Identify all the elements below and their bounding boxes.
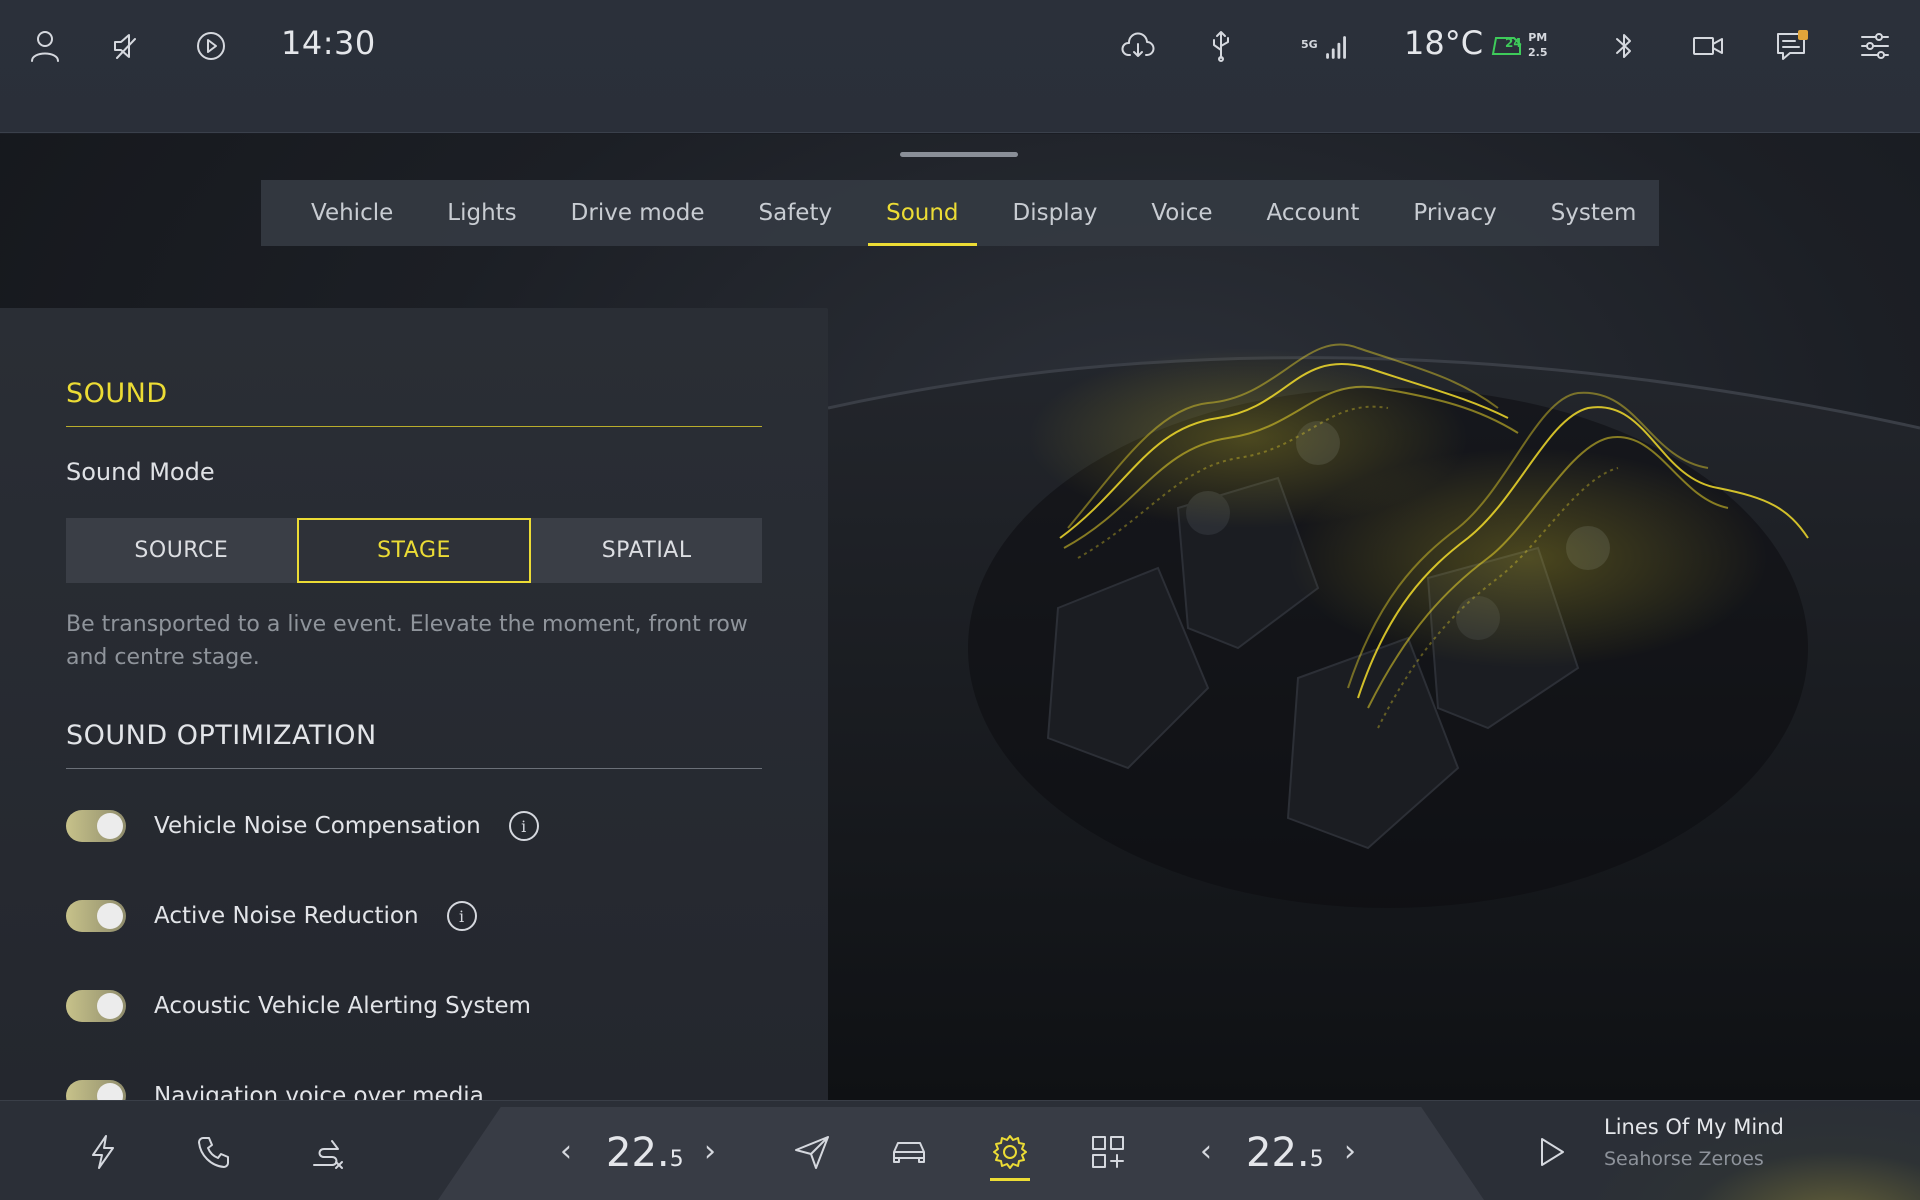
toggle-knob [97, 993, 123, 1019]
settings-gear-icon[interactable] [988, 1128, 1032, 1176]
car-icon[interactable] [886, 1128, 932, 1176]
settings-sliders-icon[interactable] [1854, 22, 1896, 70]
vehicle-noise-compensation-toggle[interactable] [66, 810, 126, 842]
tab-privacy[interactable]: Privacy [1413, 180, 1496, 246]
tab-vehicle[interactable]: Vehicle [311, 180, 393, 246]
left-temp-decrease-button[interactable]: ‹ [560, 1134, 572, 1169]
aqi-value: 24 [1505, 36, 1522, 50]
active-dock-indicator [990, 1178, 1030, 1181]
right-temp-decrease-button[interactable]: ‹ [1200, 1134, 1212, 1169]
right-temperature-decimal: 5 [1309, 1147, 1324, 1172]
sound-mode-source-button[interactable]: SOURCE [66, 518, 297, 583]
right-temp-increase-button[interactable]: › [1344, 1134, 1356, 1169]
play-circle-icon[interactable] [190, 22, 232, 70]
phone-icon[interactable] [192, 1128, 236, 1176]
tab-drive-mode[interactable]: Drive mode [571, 180, 705, 246]
send-navigation-icon[interactable] [790, 1128, 834, 1176]
cloud-download-icon[interactable] [1116, 22, 1160, 70]
pm-value: 2.5 [1528, 46, 1548, 59]
left-temperature-main: 22. [606, 1130, 670, 1176]
navigation-route-icon[interactable] [306, 1128, 350, 1176]
sound-stage-illustration [827, 308, 1920, 1100]
tab-lights[interactable]: Lights [447, 180, 516, 246]
tab-account[interactable]: Account [1267, 180, 1360, 246]
sound-mode-label: Sound Mode [66, 458, 215, 486]
outside-temperature: 18°C [1404, 24, 1484, 62]
sound-section-divider [66, 426, 762, 427]
info-icon[interactable]: i [508, 811, 539, 841]
settings-tabs: Vehicle Lights Drive mode Safety Sound D… [261, 180, 1659, 246]
toggle-knob [97, 903, 123, 929]
network-type: 5G [1301, 38, 1318, 51]
vehicle-noise-compensation-label: Vehicle Noise Compensation [154, 813, 481, 839]
mute-icon[interactable] [106, 22, 148, 70]
clock: 14:30 [281, 24, 376, 62]
sound-section-title: SOUND [66, 378, 168, 409]
camera-icon[interactable] [1686, 22, 1730, 70]
active-noise-reduction-row: Active Noise Reduction i [66, 896, 477, 936]
apps-add-icon[interactable] [1086, 1128, 1130, 1176]
bluetooth-icon[interactable] [1604, 22, 1644, 70]
tab-system[interactable]: System [1551, 180, 1637, 246]
right-temperature[interactable]: 22.5 [1246, 1130, 1324, 1176]
sound-mode-selector: SOURCE STAGE SPATIAL [66, 518, 762, 583]
acoustic-vehicle-alerting-label: Acoustic Vehicle Alerting System [154, 993, 531, 1019]
sound-mode-spatial-button[interactable]: SPATIAL [531, 518, 762, 583]
messages-icon[interactable] [1770, 22, 1812, 70]
tab-safety[interactable]: Safety [759, 180, 833, 246]
pull-handle[interactable] [900, 152, 1018, 157]
acoustic-vehicle-alerting-row: Acoustic Vehicle Alerting System [66, 986, 531, 1026]
active-noise-reduction-toggle[interactable] [66, 900, 126, 932]
active-noise-reduction-label: Active Noise Reduction [154, 903, 419, 929]
sound-optimization-title: SOUND OPTIMIZATION [66, 720, 377, 751]
usb-icon [1200, 22, 1242, 70]
tab-sound[interactable]: Sound [867, 180, 978, 246]
media-title[interactable]: Lines Of My Mind [1604, 1115, 1784, 1139]
right-temperature-main: 22. [1246, 1130, 1310, 1176]
left-temperature-decimal: 5 [669, 1147, 684, 1172]
toggle-knob [97, 813, 123, 839]
play-icon[interactable] [1530, 1128, 1572, 1176]
left-temperature[interactable]: 22.5 [606, 1130, 684, 1176]
tab-voice[interactable]: Voice [1151, 180, 1212, 246]
pm-label: PM [1528, 31, 1548, 44]
dock-center-panel [438, 1107, 1484, 1200]
notification-badge [1798, 30, 1808, 40]
sound-mode-stage-button[interactable]: STAGE [296, 518, 532, 583]
media-artist: Seahorse Zeroes [1604, 1148, 1764, 1170]
left-temp-increase-button[interactable]: › [704, 1134, 716, 1169]
tab-display[interactable]: Display [1013, 180, 1098, 246]
charging-icon[interactable] [82, 1128, 124, 1176]
acoustic-vehicle-alerting-toggle[interactable] [66, 990, 126, 1022]
sound-optimization-divider [66, 768, 762, 769]
profile-icon[interactable] [24, 22, 66, 70]
sound-mode-description: Be transported to a live event. Elevate … [66, 612, 748, 670]
info-icon[interactable]: i [446, 901, 477, 931]
pm-indicator: PM 2.5 [1528, 30, 1548, 60]
vehicle-noise-compensation-row: Vehicle Noise Compensation i [66, 806, 539, 846]
signal-icon [1320, 22, 1354, 70]
